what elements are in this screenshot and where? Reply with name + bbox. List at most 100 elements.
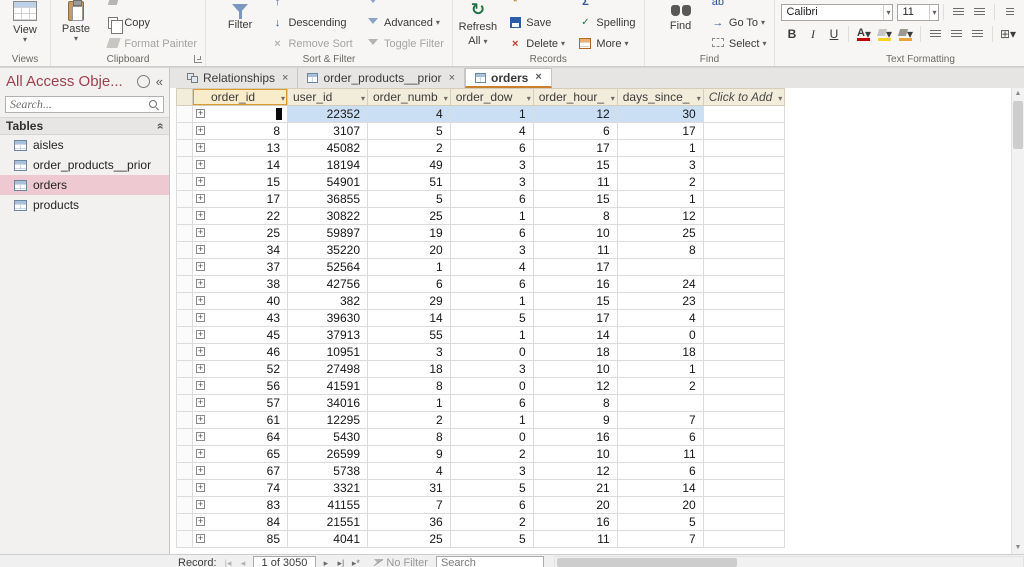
cell[interactable]: 17 — [533, 259, 617, 276]
cell[interactable]: 18194 — [288, 157, 368, 174]
cell[interactable]: 5738 — [288, 463, 368, 480]
cell[interactable]: 42756 — [288, 276, 368, 293]
font-size-combo[interactable]: 11 ▾ — [897, 4, 939, 21]
click-to-add-cell[interactable] — [703, 259, 785, 276]
cell[interactable]: 39630 — [288, 310, 368, 327]
cell[interactable]: +38 — [193, 276, 288, 293]
cell[interactable]: 9 — [533, 412, 617, 429]
expand-record-icon[interactable]: + — [196, 313, 205, 322]
cell[interactable]: 17 — [533, 140, 617, 157]
click-to-add-cell[interactable] — [703, 191, 785, 208]
shutter-bar-close-icon[interactable]: « — [156, 74, 163, 89]
last-record-button[interactable]: ▸| — [333, 556, 348, 567]
cell[interactable]: 14 — [617, 480, 703, 497]
expand-record-icon[interactable]: + — [196, 398, 205, 407]
scroll-down-icon[interactable]: ▼ — [1012, 542, 1024, 554]
column-header-order_numb[interactable]: order_numb▾ — [368, 89, 451, 106]
row-selector[interactable] — [177, 514, 193, 531]
cell[interactable]: +64 — [193, 429, 288, 446]
cell[interactable]: 20 — [617, 497, 703, 514]
cell[interactable]: 22352 — [288, 106, 368, 123]
cell[interactable]: 45082 — [288, 140, 368, 157]
click-to-add-cell[interactable] — [703, 514, 785, 531]
font-name-combo[interactable]: Calibri ▾ — [781, 4, 893, 21]
row-selector[interactable] — [177, 242, 193, 259]
click-to-add-cell[interactable] — [703, 429, 785, 446]
expand-record-icon[interactable]: + — [196, 126, 205, 135]
cell[interactable]: 30 — [617, 106, 703, 123]
cell[interactable]: 5 — [450, 310, 533, 327]
nav-item-order_products__prior[interactable]: order_products__prior — [0, 155, 169, 175]
copy-button[interactable]: Copy — [101, 12, 202, 33]
click-to-add-cell[interactable] — [703, 208, 785, 225]
cell[interactable]: 1 — [450, 106, 533, 123]
more-button[interactable]: More▾ — [573, 33, 640, 54]
cell[interactable]: 5 — [368, 123, 451, 140]
cell[interactable]: 21551 — [288, 514, 368, 531]
cell[interactable]: 1 — [450, 412, 533, 429]
click-to-add-header[interactable]: Click to Add▾ — [703, 89, 785, 106]
next-record-button[interactable]: ▸ — [318, 556, 333, 567]
cell[interactable]: 1 — [450, 208, 533, 225]
click-to-add-cell[interactable] — [703, 293, 785, 310]
expand-record-icon[interactable]: + — [196, 160, 205, 169]
cell[interactable]: 12 — [617, 208, 703, 225]
cell[interactable]: 18 — [617, 344, 703, 361]
cell[interactable]: +56 — [193, 378, 288, 395]
cell[interactable]: 8 — [533, 395, 617, 412]
row-selector[interactable] — [177, 310, 193, 327]
gridlines-button[interactable]: ⊞▾ — [998, 25, 1017, 43]
column-header-user_id[interactable]: user_id▾ — [288, 89, 368, 106]
cell[interactable]: 51 — [368, 174, 451, 191]
cell[interactable]: 6 — [450, 191, 533, 208]
expand-record-icon[interactable]: + — [196, 279, 205, 288]
cell[interactable]: 3 — [617, 157, 703, 174]
cell[interactable]: 15 — [533, 157, 617, 174]
cell[interactable]: 12 — [533, 463, 617, 480]
advanced-button[interactable]: Advanced▾ — [361, 12, 449, 33]
cell[interactable]: +85 — [193, 531, 288, 548]
nav-item-products[interactable]: products — [0, 195, 169, 215]
cut-button[interactable] — [101, 0, 202, 12]
cell[interactable]: 1 — [617, 140, 703, 157]
cell[interactable]: 4 — [617, 310, 703, 327]
cell[interactable]: +43 — [193, 310, 288, 327]
row-selector[interactable] — [177, 259, 193, 276]
expand-record-icon[interactable]: + — [196, 177, 205, 186]
click-to-add-cell[interactable] — [703, 344, 785, 361]
row-selector[interactable] — [177, 429, 193, 446]
descending-button[interactable]: ↓Descending — [265, 12, 357, 33]
cell[interactable]: 17 — [533, 310, 617, 327]
cell[interactable]: 8 — [368, 378, 451, 395]
cell[interactable]: 37913 — [288, 327, 368, 344]
expand-record-icon[interactable]: + — [196, 500, 205, 509]
cell[interactable]: 4 — [450, 259, 533, 276]
cell[interactable]: 41591 — [288, 378, 368, 395]
cell[interactable]: +22 — [193, 208, 288, 225]
click-to-add-cell[interactable] — [703, 497, 785, 514]
new-blank-record-button[interactable]: ▸* — [348, 556, 363, 567]
column-header-order_hour_[interactable]: order_hour_▾ — [533, 89, 617, 106]
cell[interactable]: 36 — [368, 514, 451, 531]
cell[interactable]: +15 — [193, 174, 288, 191]
click-to-add-cell[interactable] — [703, 327, 785, 344]
cell[interactable]: + — [193, 106, 288, 123]
click-to-add-cell[interactable] — [703, 106, 785, 123]
cell[interactable]: 3 — [450, 157, 533, 174]
cell[interactable]: +8 — [193, 123, 288, 140]
horizontal-scroll-thumb[interactable] — [557, 558, 737, 567]
cell[interactable]: 18 — [533, 344, 617, 361]
align-left-button[interactable] — [926, 25, 945, 43]
view-button[interactable]: View ▾ — [3, 0, 47, 44]
cell[interactable]: +14 — [193, 157, 288, 174]
cell[interactable]: 16 — [533, 429, 617, 446]
cell[interactable]: 0 — [450, 344, 533, 361]
underline-button[interactable]: U — [824, 25, 843, 43]
click-to-add-cell[interactable] — [703, 225, 785, 242]
cell[interactable]: 5 — [368, 191, 451, 208]
paste-button[interactable]: Paste ▾ — [54, 0, 98, 43]
cell[interactable]: 10 — [533, 361, 617, 378]
row-selector[interactable] — [177, 412, 193, 429]
tab-Relationships[interactable]: Relationships× — [178, 68, 298, 88]
cell[interactable]: +83 — [193, 497, 288, 514]
